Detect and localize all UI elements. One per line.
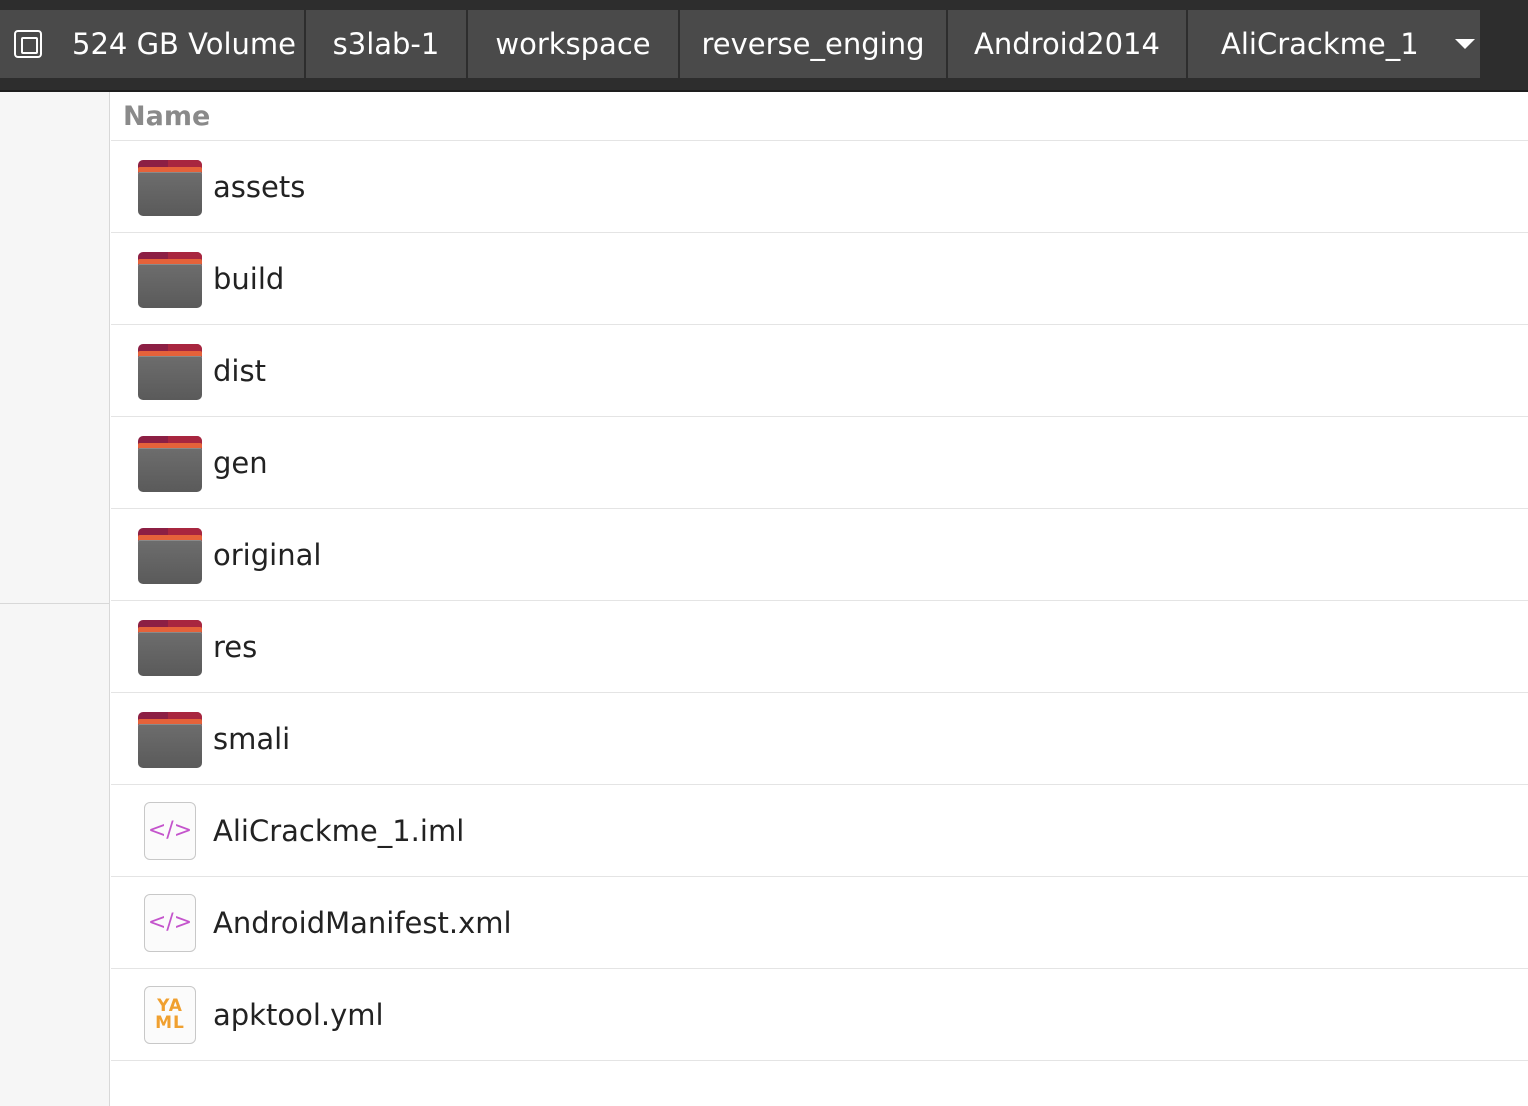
item-name: assets [213, 169, 306, 204]
folder-icon [138, 158, 202, 216]
folder-icon [138, 434, 202, 492]
crumb-volume[interactable]: 524 GB Volume [0, 10, 306, 78]
list-item-smali[interactable]: smali [111, 693, 1528, 785]
crumb-label: Android2014 [974, 27, 1160, 61]
folder-icon [138, 342, 202, 400]
list-item-androidmanifest[interactable]: </> AndroidManifest.xml [111, 877, 1528, 969]
list-item-apktool-yml[interactable]: YA ML apktool.yml [111, 969, 1528, 1061]
sidebar-divider [0, 603, 109, 604]
column-header-name[interactable]: Name [111, 92, 1528, 141]
crumb-label: s3lab-1 [332, 27, 440, 61]
path-bar: 524 GB Volume s3lab-1 workspace reverse_… [0, 0, 1528, 92]
crumb-label: reverse_enging [701, 27, 925, 61]
crumb-label: AliCrackme_1 [1221, 27, 1419, 61]
list-item-original[interactable]: original [111, 509, 1528, 601]
list-item-alicrackme-iml[interactable]: </> AliCrackme_1.iml [111, 785, 1528, 877]
item-name: build [213, 261, 285, 296]
list-item-build[interactable]: build [111, 233, 1528, 325]
drive-icon [14, 30, 42, 58]
item-name: dist [213, 353, 266, 388]
list-item-assets[interactable]: assets [111, 141, 1528, 233]
folder-icon [138, 618, 202, 676]
crumb-label: workspace [495, 27, 651, 61]
chevron-down-icon[interactable] [1454, 39, 1475, 49]
crumb-android2014[interactable]: Android2014 [948, 10, 1188, 78]
list-item-gen[interactable]: gen [111, 417, 1528, 509]
breadcrumb: 524 GB Volume s3lab-1 workspace reverse_… [0, 10, 1482, 78]
item-name: res [213, 629, 258, 664]
column-header-label: Name [123, 100, 211, 132]
item-name: gen [213, 445, 268, 480]
item-name: AliCrackme_1.iml [213, 813, 465, 848]
crumb-s3lab[interactable]: s3lab-1 [306, 10, 468, 78]
item-name: smali [213, 721, 291, 756]
item-name: AndroidManifest.xml [213, 905, 512, 940]
folder-icon [138, 710, 202, 768]
crumb-reverse-enging[interactable]: reverse_enging [680, 10, 948, 78]
code-file-icon: </> [144, 893, 196, 952]
file-list: Name assets build dist gen original res … [111, 92, 1528, 1106]
list-item-res[interactable]: res [111, 601, 1528, 693]
crumb-label: 524 GB Volume [72, 27, 297, 61]
list-item-dist[interactable]: dist [111, 325, 1528, 417]
folder-icon [138, 526, 202, 584]
item-name: original [213, 537, 322, 572]
code-file-icon: </> [144, 801, 196, 860]
item-name: apktool.yml [213, 997, 384, 1032]
crumb-alicrackme[interactable]: AliCrackme_1 [1188, 10, 1482, 78]
sidebar [0, 92, 110, 1106]
yaml-file-icon: YA ML [144, 985, 196, 1044]
crumb-workspace[interactable]: workspace [468, 10, 680, 78]
folder-icon [138, 250, 202, 308]
